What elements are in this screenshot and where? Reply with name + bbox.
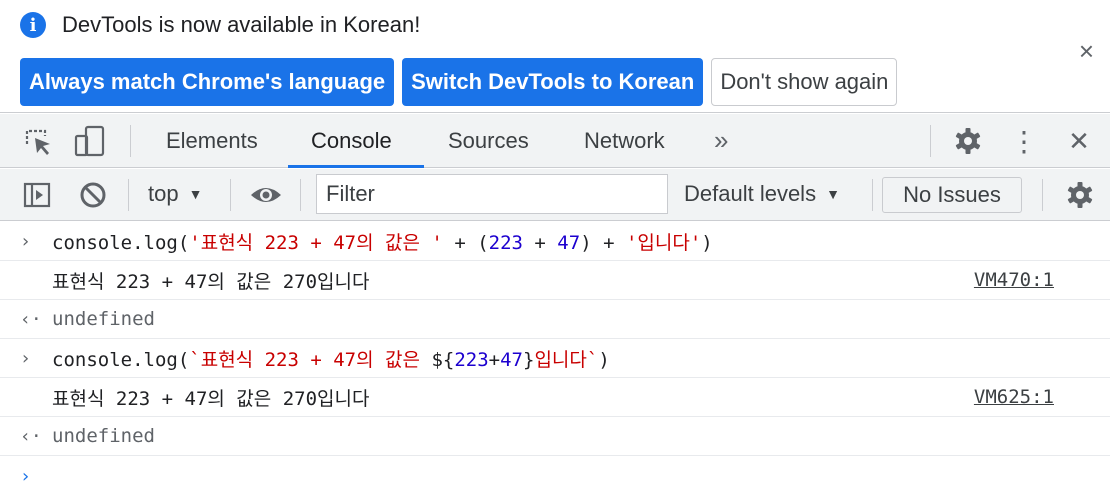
string-token: '입니다'	[625, 231, 702, 254]
kebab-menu-icon[interactable]: ⋮	[1010, 124, 1038, 158]
inspect-element-icon[interactable]	[22, 126, 54, 156]
infobar-buttons: Always match Chrome's language Switch De…	[20, 58, 905, 106]
code-token: )	[701, 231, 713, 254]
console-result-row: ‹· undefined	[0, 300, 1110, 339]
devtools-main-toolbar: Elements Console Sources Network » ⋮ ✕	[0, 114, 1110, 168]
input-chevron-icon: ›	[20, 347, 31, 369]
code-token: console.log(	[52, 348, 190, 371]
source-link[interactable]: VM470:1	[974, 269, 1054, 291]
source-link[interactable]: VM625:1	[974, 386, 1054, 408]
input-chevron-icon: ›	[20, 230, 31, 252]
dropdown-caret-icon: ▼	[188, 186, 203, 202]
string-token: 입니다`	[534, 348, 599, 371]
code-token: +	[488, 348, 501, 371]
log-levels-label: Default levels	[684, 181, 817, 206]
number-token: 47	[500, 348, 523, 371]
result-arrow-icon: ‹·	[20, 425, 42, 447]
more-tabs-icon[interactable]: »	[714, 114, 728, 167]
console-prompt[interactable]: ›	[0, 456, 1110, 496]
console-input-code: console.log(`표현식 223 + 47의 값은 ${223+47}입…	[52, 345, 610, 372]
toolbar-divider	[1042, 179, 1043, 211]
toolbar-divider	[128, 179, 129, 211]
code-token: + (	[442, 231, 489, 254]
result-arrow-icon: ‹·	[20, 308, 42, 330]
code-token: ${	[431, 348, 455, 371]
console-settings-gear-icon[interactable]	[1064, 179, 1096, 211]
toolbar-divider	[872, 179, 873, 211]
code-token: ) +	[580, 231, 626, 254]
device-toolbar-icon[interactable]	[72, 124, 108, 158]
always-match-language-button[interactable]: Always match Chrome's language	[20, 58, 395, 106]
settings-gear-icon[interactable]	[952, 125, 984, 157]
console-input-row: › console.log(`표현식 223 + 47의 값은 ${223+47…	[0, 339, 1110, 378]
context-label: top	[148, 181, 179, 206]
console-log-row: 표현식 223 + 47의 값은 270입니다 VM470:1	[0, 261, 1110, 300]
number-token: 47	[557, 231, 581, 254]
issues-button[interactable]: No Issues	[882, 177, 1022, 213]
toolbar-divider	[230, 179, 231, 211]
clear-console-icon[interactable]	[78, 180, 108, 210]
tab-console[interactable]: Console	[311, 114, 392, 167]
toolbar-divider	[300, 179, 301, 211]
console-input-code: console.log('표현식 223 + 47의 값은 ' + (223 +…	[52, 228, 713, 255]
infobar-message: DevTools is now available in Korean!	[62, 12, 421, 37]
language-infobar: i DevTools is now available in Korean! A…	[0, 0, 1110, 113]
number-token: 223	[488, 231, 523, 254]
console-log-row: 표현식 223 + 47의 값은 270입니다 VM625:1	[0, 378, 1110, 417]
tab-network[interactable]: Network	[584, 114, 665, 167]
code-token: }	[523, 348, 535, 371]
close-devtools-icon[interactable]: ✕	[1064, 124, 1094, 158]
console-result-row: ‹· undefined	[0, 417, 1110, 456]
string-token: `표현식 223 + 47의 값은	[189, 348, 432, 371]
console-input-row: › console.log('표현식 223 + 47의 값은 ' + (223…	[0, 222, 1110, 261]
log-output: 표현식 223 + 47의 값은 270입니다	[52, 270, 370, 293]
console-toolbar: top ▼ Default levels ▼ No Issues	[0, 169, 1110, 221]
number-token: 223	[454, 348, 489, 371]
string-token: '표현식 223 + 47의 값은 '	[189, 231, 443, 254]
console-messages: › console.log('표현식 223 + 47의 값은 ' + (223…	[0, 222, 1110, 504]
toolbar-divider	[130, 125, 131, 157]
sidebar-toggle-icon[interactable]	[22, 181, 52, 209]
tab-elements[interactable]: Elements	[166, 114, 258, 167]
prompt-chevron-icon: ›	[20, 465, 31, 487]
code-token: )	[598, 348, 610, 371]
log-output: 표현식 223 + 47의 값은 270입니다	[52, 387, 370, 410]
filter-input[interactable]	[316, 174, 668, 214]
code-token: console.log(	[52, 231, 190, 254]
active-tab-indicator	[288, 165, 424, 168]
log-levels-dropdown[interactable]: Default levels ▼	[684, 181, 840, 207]
result-value: undefined	[52, 425, 155, 447]
tab-sources[interactable]: Sources	[448, 114, 529, 167]
context-selector[interactable]: top ▼	[148, 181, 202, 207]
switch-to-korean-button[interactable]: Switch DevTools to Korean	[402, 58, 704, 106]
eye-icon[interactable]	[248, 181, 284, 209]
dropdown-caret-icon: ▼	[826, 186, 840, 202]
code-token: +	[522, 231, 558, 254]
infobar-message-row: i DevTools is now available in Korean!	[20, 12, 420, 38]
close-icon[interactable]: ×	[1079, 38, 1094, 64]
result-value: undefined	[52, 308, 155, 330]
info-icon: i	[20, 12, 46, 38]
dont-show-again-button[interactable]: Don't show again	[711, 58, 898, 106]
toolbar-divider	[930, 125, 931, 157]
